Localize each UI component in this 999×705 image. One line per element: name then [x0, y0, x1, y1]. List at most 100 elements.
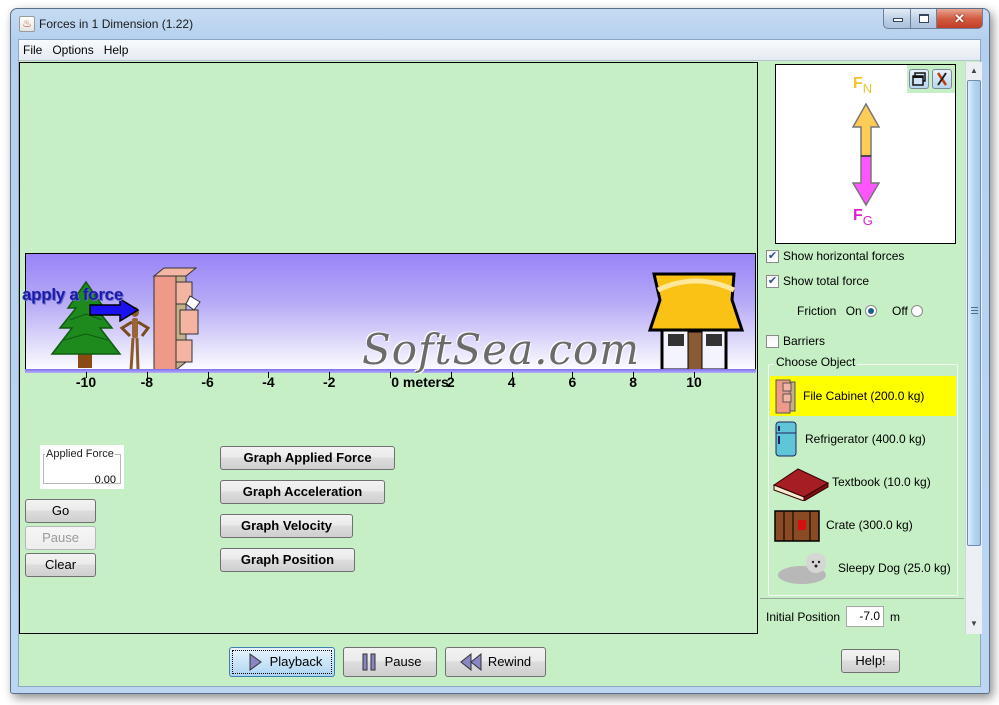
axis-tick-label: 0 meters: [391, 374, 449, 390]
menu-bar: File Options Help: [19, 40, 980, 61]
axis-tick-label: -2: [322, 374, 336, 390]
title-bar[interactable]: ♨ Forces in 1 Dimension (1.22) ✕: [11, 9, 989, 39]
window-title: Forces in 1 Dimension (1.22): [39, 17, 194, 31]
close-icon: ✕: [954, 11, 965, 26]
graph-position-button[interactable]: Graph Position: [220, 548, 355, 572]
axis-tick-label: -4: [262, 374, 275, 390]
object-label: Refrigerator (400.0 kg): [805, 432, 926, 446]
gravity-force-label: FG: [853, 207, 873, 228]
object-refrigerator[interactable]: Refrigerator (400.0 kg): [770, 419, 956, 459]
pause-icon: [362, 653, 376, 671]
gravity-force-arrow: [851, 155, 881, 207]
friction-option: Friction On Off: [797, 304, 923, 318]
object-label: Sleepy Dog (25.0 kg): [838, 561, 951, 575]
axis-tick-label: 4: [507, 374, 516, 390]
fbd-toolbar: [907, 65, 955, 93]
object-crate[interactable]: Crate (300.0 kg): [770, 505, 956, 545]
applied-force-label: Applied Force: [46, 448, 114, 460]
maximize-button[interactable]: [911, 9, 937, 29]
rewind-button[interactable]: Rewind: [445, 647, 546, 677]
object-label: Crate (300.0 kg): [826, 518, 913, 532]
show-horizontal-forces-label: Show horizontal forces: [783, 249, 905, 263]
minimize-icon: [893, 18, 903, 22]
friction-label: Friction: [797, 304, 837, 318]
object-label: Textbook (10.0 kg): [832, 475, 931, 489]
minimize-button[interactable]: [883, 9, 911, 29]
friction-on-label: On: [845, 304, 862, 318]
fbd-close-button[interactable]: [932, 69, 952, 89]
window-controls: ✕: [883, 9, 983, 31]
java-app-icon: ♨: [19, 16, 35, 32]
house-icon: [648, 272, 744, 372]
textbook-icon: [772, 468, 830, 501]
playback-bar: Playback Pause Rewind Help!: [19, 636, 980, 686]
fbd-undock-button[interactable]: [909, 69, 929, 89]
axis-tick-label: -8: [140, 374, 154, 390]
close-button[interactable]: ✕: [937, 9, 983, 29]
file-cabinet-object[interactable]: [150, 266, 206, 373]
barriers-label: Barriers: [783, 334, 826, 348]
show-total-force-option[interactable]: ✔ Show total force: [766, 274, 869, 288]
initial-position-input[interactable]: -7.0: [846, 606, 885, 627]
file-cabinet-icon: [775, 379, 796, 414]
show-total-force-checkbox[interactable]: ✔: [766, 274, 779, 288]
vertical-scrollbar[interactable]: ▲ ▼: [965, 62, 982, 634]
go-button[interactable]: Go: [25, 499, 96, 523]
close-x-icon: [936, 72, 948, 86]
pause-button[interactable]: Pause: [25, 526, 96, 550]
object-file-cabinet[interactable]: File Cabinet (200.0 kg): [770, 376, 956, 416]
axis-tick-label: 10: [686, 374, 702, 390]
applied-force-value[interactable]: 0.00: [95, 474, 116, 486]
axis-tick-label: -10: [75, 374, 97, 390]
refrigerator-icon: [775, 421, 797, 457]
graph-velocity-button[interactable]: Graph Velocity: [220, 514, 353, 538]
axis-tick-label: 8: [629, 374, 638, 390]
scroll-up-arrow[interactable]: ▲: [966, 63, 982, 79]
object-label: File Cabinet (200.0 kg): [803, 389, 925, 403]
normal-force-arrow: [851, 102, 881, 157]
applied-force-fieldset: Applied Force 0.00: [43, 448, 121, 486]
playback-button[interactable]: Playback: [229, 647, 335, 677]
menu-options[interactable]: Options: [48, 40, 97, 60]
dog-icon: [778, 553, 826, 584]
show-horizontal-forces-option[interactable]: ✔ Show horizontal forces: [766, 249, 904, 263]
show-total-force-label: Show total force: [783, 274, 870, 288]
control-panel: FN FG ✔ Show horizontal forces ✔ Show to…: [760, 62, 982, 634]
initial-position-row: Initial Position -7.0 m: [760, 598, 964, 634]
help-button[interactable]: Help!: [841, 649, 900, 673]
object-sleepy-dog[interactable]: Sleepy Dog (25.0 kg): [770, 548, 956, 588]
scroll-down-arrow[interactable]: ▼: [966, 616, 982, 632]
grip-icon: [971, 307, 978, 314]
graph-acceleration-button[interactable]: Graph Acceleration: [220, 480, 385, 504]
axis-tick-label: 2: [446, 374, 455, 390]
client-area: File Options Help -10 -8 -6 -4 -2 0 mete…: [18, 39, 982, 687]
pause-label: Pause: [384, 654, 422, 669]
focus-ring: [232, 650, 332, 674]
menu-help[interactable]: Help: [100, 40, 133, 60]
friction-on-radio[interactable]: [864, 305, 877, 317]
force-arrows: [851, 102, 881, 207]
window-icon: [912, 72, 926, 86]
rewind-icon: [460, 653, 482, 671]
graph-applied-force-button[interactable]: Graph Applied Force: [220, 446, 395, 470]
axis-tick-label: -6: [201, 374, 214, 390]
barriers-checkbox[interactable]: [766, 334, 779, 348]
initial-position-unit: m: [890, 609, 901, 624]
simulation-panel: -10 -8 -6 -4 -2 0 meters 2 4 6 8 10 apply a force …: [19, 62, 758, 634]
apply-force-label: apply a force: [22, 285, 123, 304]
choose-object-legend: Choose Object: [774, 355, 858, 369]
scroll-thumb[interactable]: [967, 80, 981, 546]
applied-force-field[interactable]: Applied Force 0.00: [40, 445, 124, 489]
show-horizontal-forces-checkbox[interactable]: ✔: [766, 249, 779, 263]
object-textbook[interactable]: Textbook (10.0 kg): [770, 462, 956, 502]
friction-off-label: Off: [892, 304, 908, 318]
initial-position-label: Initial Position: [766, 609, 841, 624]
normal-force-label: FN: [853, 75, 873, 96]
friction-off-radio[interactable]: [910, 305, 923, 317]
playback-pause-button[interactable]: Pause: [343, 647, 437, 677]
clear-button[interactable]: Clear: [25, 553, 96, 577]
app-window: ♨ Forces in 1 Dimension (1.22) ✕ File Op…: [10, 8, 990, 694]
barriers-option[interactable]: Barriers: [766, 334, 825, 348]
menu-file[interactable]: File: [19, 40, 46, 60]
crate-icon: [774, 510, 820, 542]
